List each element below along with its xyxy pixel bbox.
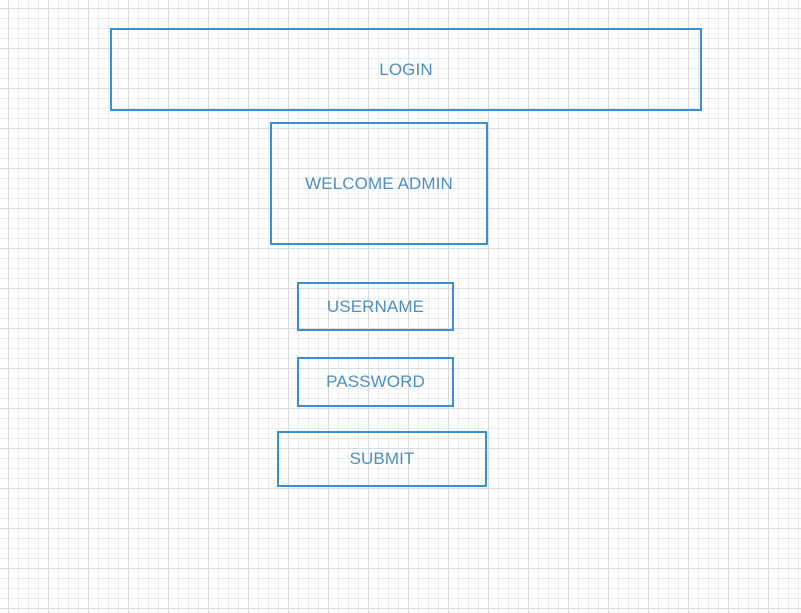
wireframe-canvas: LOGIN WELCOME ADMIN USERNAME PASSWORD SU… [0, 0, 801, 613]
submit-button-label: SUBMIT [349, 449, 415, 468]
login-header-label: LOGIN [379, 59, 433, 79]
password-field-label: PASSWORD [326, 372, 425, 391]
username-field-label: USERNAME [326, 296, 425, 316]
welcome-admin-label: WELCOME ADMIN [305, 173, 453, 193]
password-field[interactable]: PASSWORD [297, 357, 454, 407]
submit-button[interactable]: SUBMIT [277, 431, 487, 487]
username-field[interactable]: USERNAME [297, 282, 454, 331]
login-header-box: LOGIN [110, 28, 702, 111]
welcome-admin-box: WELCOME ADMIN [270, 122, 488, 245]
